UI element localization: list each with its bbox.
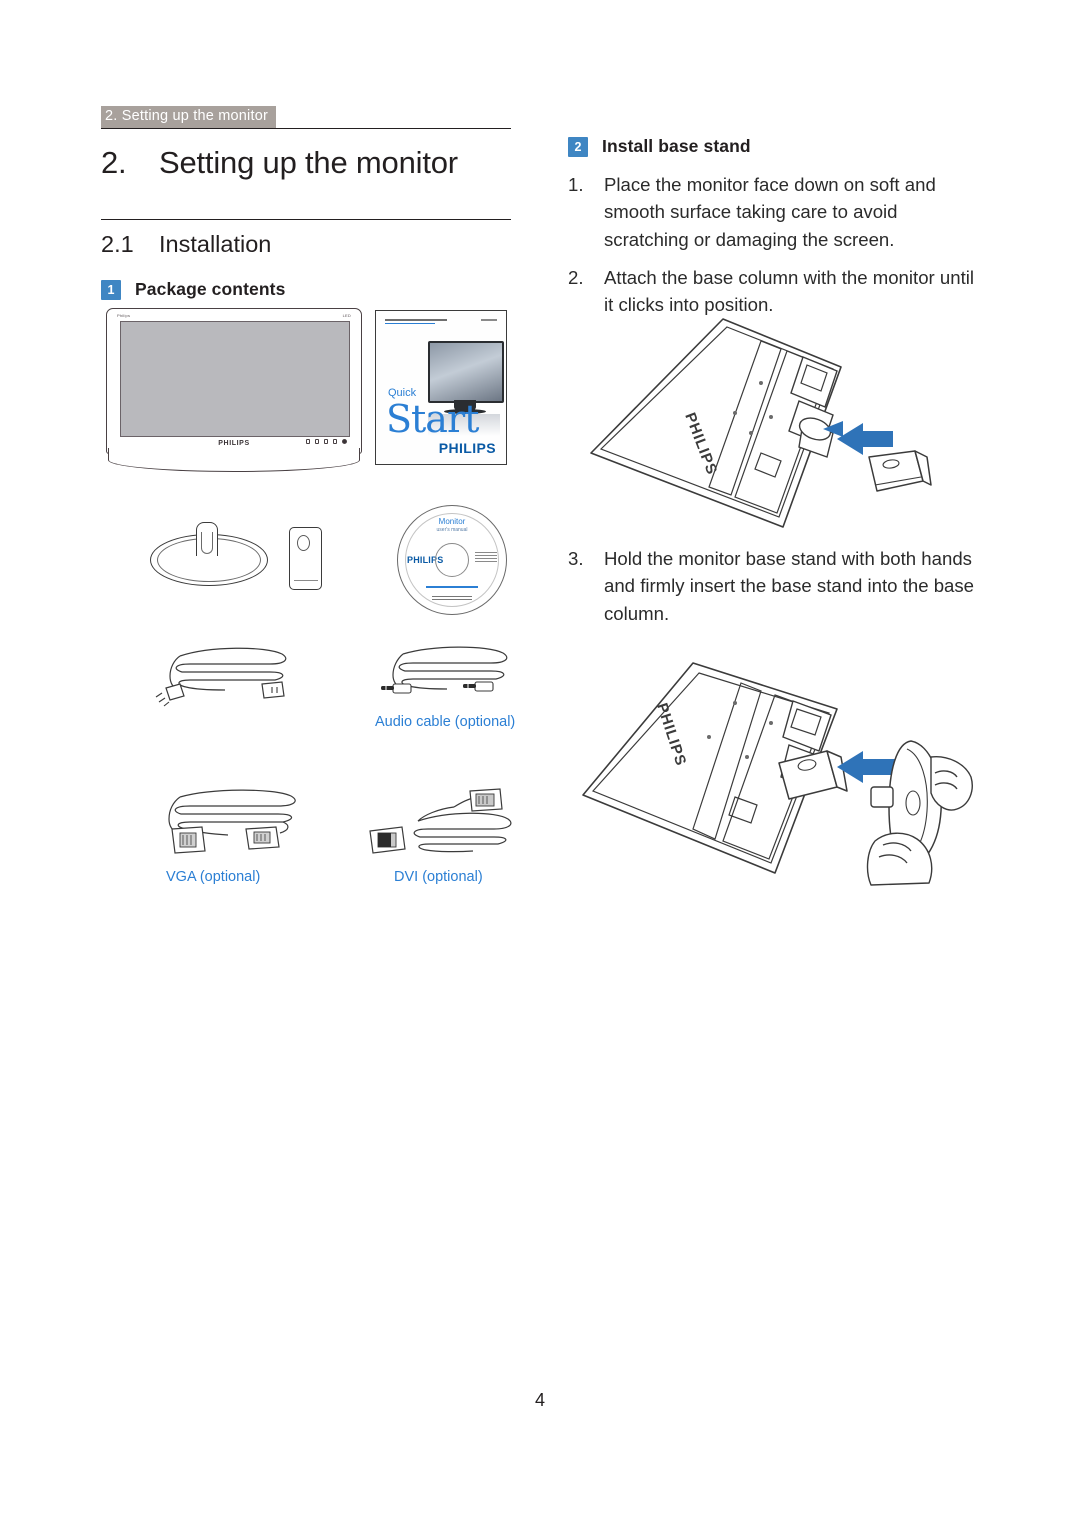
section-rule <box>101 219 511 220</box>
right-column-part-2: 3. Hold the monitor base stand with both… <box>568 545 980 638</box>
monitor-back-with-column-drawing: PHILIPS <box>590 318 932 528</box>
arrow-shape <box>837 423 893 455</box>
qsg-line-1 <box>385 319 447 321</box>
vga-cable-figure <box>150 785 310 860</box>
qsg-start-text: Start <box>386 397 479 441</box>
monitor-screen <box>120 321 350 437</box>
install-base-stand-heading: 2 Install base stand <box>568 136 980 157</box>
install-illustration-2: PHILIPS <box>575 645 975 895</box>
page-number: 4 <box>534 1390 545 1410</box>
audio-cable-caption: Audio cable (optional) <box>375 714 516 730</box>
dvi-cable-caption: DVI (optional) <box>394 869 483 885</box>
audio-cable-figure <box>375 640 515 710</box>
left-column: 2. Setting up the monitor 2.1 Installati… <box>101 128 511 300</box>
section-title: Installation <box>159 231 272 257</box>
running-header: 2. Setting up the monitor <box>101 106 276 128</box>
step-number: 1. <box>568 174 584 195</box>
direction-arrow-icon <box>837 751 895 783</box>
manual-page: 2. Setting up the monitor 2. Setting up … <box>0 0 1080 1526</box>
step-text: Place the monitor face down on soft and … <box>604 174 936 250</box>
cd-figure: Monitor user's manual PHILIPS <box>397 505 507 615</box>
badge-2: 2 <box>568 136 588 157</box>
package-contents-heading: 1 Package contents <box>101 279 511 300</box>
step-item: 3. Hold the monitor base stand with both… <box>568 545 980 627</box>
section-number: 2.1 <box>101 231 134 257</box>
vga-cable-caption: VGA (optional) <box>166 869 261 885</box>
chapter-number: 2. <box>101 145 127 180</box>
audio-cable-drawing <box>381 646 508 694</box>
right-column: 2 Install base stand 1. Place the monito… <box>568 136 980 330</box>
install-base-stand-label: Install base stand <box>602 136 751 156</box>
qsg-monitor-image <box>428 341 504 403</box>
qsg-brand-logo: PHILIPS <box>438 440 496 456</box>
base-stand-pin-inner <box>201 532 213 554</box>
quick-start-guide-figure: Quick Start PHILIPS <box>375 310 507 465</box>
monitor-button-2 <box>315 439 319 444</box>
install-illustration-1: PHILIPS <box>575 305 975 540</box>
chapter-rule-top <box>101 128 511 129</box>
section-heading: 2.1 Installation <box>101 231 511 258</box>
monitor-brand-label: PHILIPS <box>218 440 250 447</box>
base-column-hole <box>297 535 310 551</box>
monitor-button-4 <box>333 439 337 444</box>
vga-cable-drawing <box>168 789 296 854</box>
qsg-address-lines <box>385 319 447 326</box>
monitor-bezel: Philips LED PHILIPS <box>106 308 362 454</box>
cd-title-sub: user's manual <box>436 527 468 533</box>
qsg-corner-mark <box>481 319 497 321</box>
monitor-control-buttons <box>306 439 347 444</box>
monitor-top-right-mark: LED <box>342 313 351 318</box>
cd-side-text-block <box>475 552 497 564</box>
step-number: 3. <box>568 548 584 569</box>
cd-fineprint-block <box>432 596 472 601</box>
monitor-stand-foot <box>108 448 360 472</box>
monitor-top-left-mark: Philips <box>117 313 131 318</box>
chapter-heading: 2. Setting up the monitor <box>101 145 511 181</box>
package-contents-label: Package contents <box>135 279 286 299</box>
badge-1: 1 <box>101 279 121 300</box>
base-stand-insertion-drawing: PHILIPS <box>582 662 973 886</box>
cd-title: Monitor user's manual <box>437 517 468 533</box>
qsg-header-lines <box>385 319 497 326</box>
step-item: 1. Place the monitor face down on soft a… <box>568 171 980 253</box>
monitor-button-1 <box>306 439 310 444</box>
step-text: Hold the monitor base stand with both ha… <box>604 548 975 624</box>
cd-url-line <box>426 586 478 588</box>
qsg-line-2 <box>385 322 435 325</box>
steps-list-part-1: 1. Place the monitor face down on soft a… <box>568 171 980 319</box>
monitor-front-figure: Philips LED PHILIPS <box>106 308 364 476</box>
power-cable-drawing <box>155 647 287 707</box>
dvi-cable-figure <box>358 785 518 860</box>
base-stand-figure <box>150 522 270 590</box>
monitor-power-button-icon <box>342 439 347 444</box>
cd-center-hole <box>435 543 469 577</box>
power-cable-figure <box>150 640 300 710</box>
dvi-cable-drawing <box>369 788 512 854</box>
monitor-button-3 <box>324 439 328 444</box>
cd-title-main: Monitor <box>438 517 466 526</box>
base-column-seam <box>294 580 318 581</box>
chapter-title: Setting up the monitor <box>159 145 458 180</box>
base-column-figure <box>289 527 322 590</box>
